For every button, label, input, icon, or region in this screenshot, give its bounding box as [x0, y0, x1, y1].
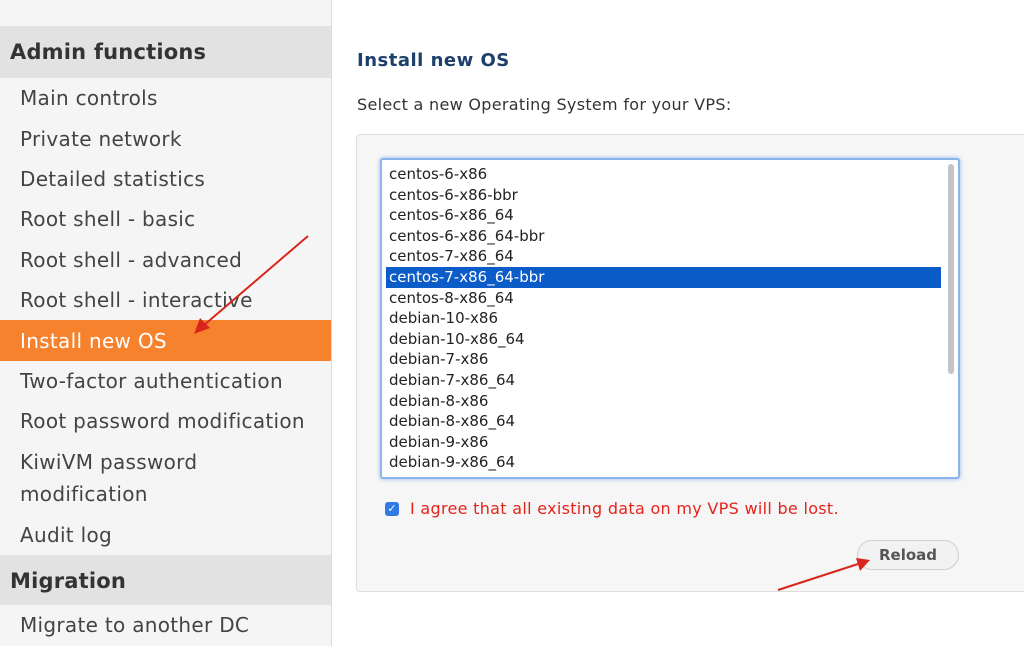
kiwivm-install-os-page: Admin functions Main controls Private ne…: [0, 0, 1024, 646]
os-option[interactable]: centos-6-x86-bbr: [386, 185, 941, 206]
migration-list: Migrate to another DC: [0, 605, 331, 645]
sidebar-item-root-shell-advanced[interactable]: Root shell - advanced: [0, 240, 331, 280]
sidebar-item-two-factor-authentication[interactable]: Two-factor authentication: [0, 361, 331, 401]
agree-row: ✓ I agree that all existing data on my V…: [385, 499, 839, 518]
agree-label: I agree that all existing data on my VPS…: [410, 499, 839, 518]
checkmark-icon: ✓: [387, 501, 397, 515]
page-subtitle: Select a new Operating System for your V…: [357, 95, 732, 114]
sidebar-item-audit-log[interactable]: Audit log: [0, 515, 331, 555]
os-option[interactable]: centos-6-x86_64: [386, 205, 941, 226]
sidebar-item-private-network[interactable]: Private network: [0, 118, 331, 158]
page-title: Install new OS: [357, 50, 510, 71]
os-option[interactable]: centos-6-x86_64-bbr: [386, 226, 941, 247]
os-option[interactable]: debian-10-x86_64: [386, 329, 941, 350]
os-option[interactable]: debian-8-x86_64: [386, 411, 941, 432]
os-option[interactable]: debian-9-x86: [386, 432, 941, 453]
sidebar-item-detailed-statistics[interactable]: Detailed statistics: [0, 159, 331, 199]
os-option[interactable]: debian-7-x86: [386, 349, 941, 370]
main-content: Install new OS Select a new Operating Sy…: [332, 0, 1024, 646]
os-select-listbox[interactable]: centos-6-x86 centos-6-x86-bbr centos-6-x86…: [380, 158, 960, 479]
reload-button[interactable]: Reload: [857, 540, 959, 570]
listbox-scrollbar[interactable]: [946, 163, 956, 474]
section-header-admin-functions: Admin functions: [0, 26, 331, 78]
sidebar-top-gap: [0, 0, 331, 26]
os-option[interactable]: debian-10-x86: [386, 308, 941, 329]
os-option[interactable]: centos-7-x86_64: [386, 246, 941, 267]
sidebar-item-kiwivm-password-modification[interactable]: KiwiVM password modification: [0, 442, 240, 515]
listbox-scrollbar-thumb[interactable]: [948, 164, 954, 374]
os-option[interactable]: debian-7-x86_64: [386, 370, 941, 391]
os-option[interactable]: centos-8-x86_64: [386, 288, 941, 309]
os-option[interactable]: centos-6-x86: [386, 164, 941, 185]
admin-functions-list: Main controls Private network Detailed s…: [0, 78, 331, 555]
sidebar: Admin functions Main controls Private ne…: [0, 0, 332, 646]
section-header-migration: Migration: [0, 554, 331, 605]
sidebar-item-root-password-modification[interactable]: Root password modification: [0, 401, 331, 441]
os-option[interactable]: debian-9-x86_64: [386, 452, 941, 473]
sidebar-item-main-controls[interactable]: Main controls: [0, 78, 331, 118]
sidebar-item-root-shell-basic[interactable]: Root shell - basic: [0, 199, 331, 239]
install-os-panel: centos-6-x86 centos-6-x86-bbr centos-6-x86…: [356, 134, 1024, 592]
sidebar-item-root-shell-interactive[interactable]: Root shell - interactive: [0, 280, 331, 320]
os-option[interactable]: centos-7-x86_64-bbr: [386, 266, 941, 288]
agree-checkbox[interactable]: ✓: [385, 501, 399, 516]
os-option-list: centos-6-x86 centos-6-x86-bbr centos-6-x86…: [386, 164, 941, 473]
os-option[interactable]: debian-8-x86: [386, 391, 941, 412]
sidebar-item-install-new-os[interactable]: Install new OS: [0, 320, 331, 361]
sidebar-item-migrate-to-another-dc[interactable]: Migrate to another DC: [0, 605, 331, 645]
